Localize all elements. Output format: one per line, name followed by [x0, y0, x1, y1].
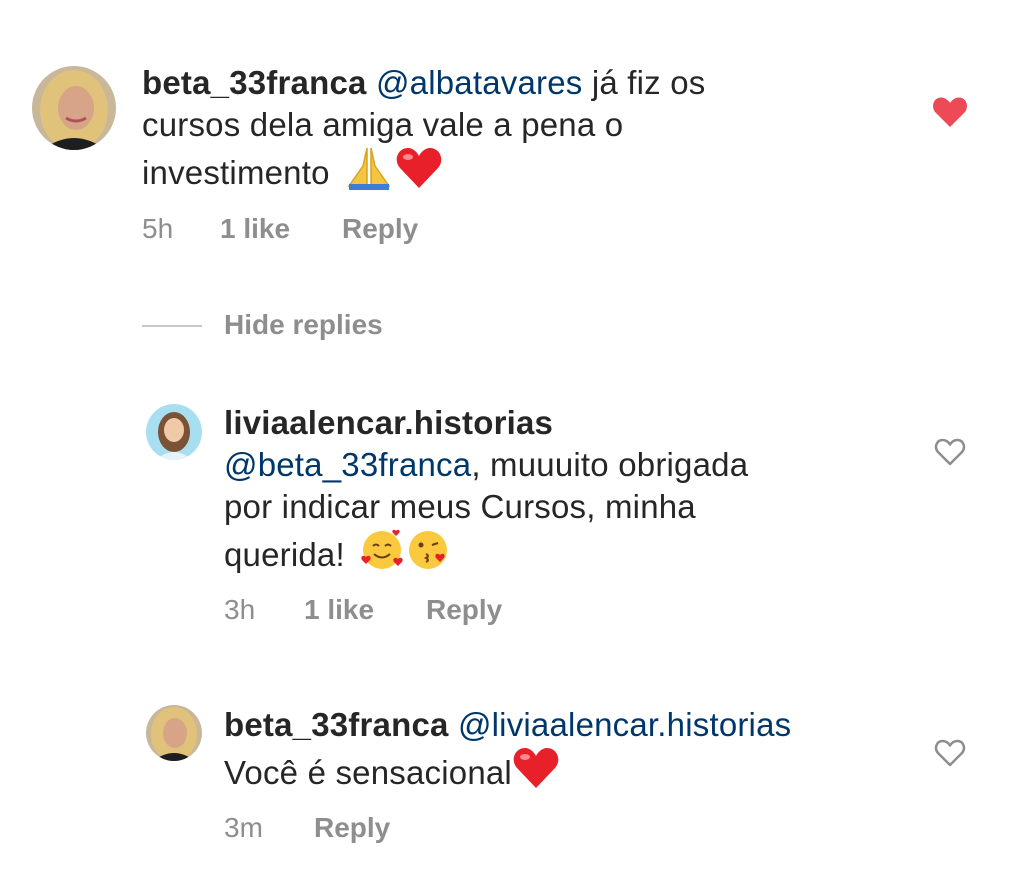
comment-username[interactable]: beta_33franca: [142, 64, 367, 101]
reply-button[interactable]: Reply: [314, 811, 390, 845]
avatar[interactable]: [146, 404, 202, 460]
comment-timestamp: 3h: [224, 594, 256, 625]
like-heart-icon[interactable]: [934, 738, 966, 773]
like-heart-icon[interactable]: [934, 437, 966, 472]
comment-text: querida!: [224, 536, 345, 573]
reply-button[interactable]: Reply: [342, 212, 418, 246]
hide-replies-button[interactable]: Hide replies: [142, 308, 542, 342]
comment-username[interactable]: beta_33franca: [224, 706, 449, 743]
comment-mention[interactable]: @albatavares: [376, 64, 583, 101]
comment-text: investimento: [142, 154, 330, 191]
likes-count[interactable]: 1 like: [304, 593, 374, 627]
comment-username[interactable]: liviaalencar.historias: [224, 404, 553, 441]
divider-line: [142, 325, 202, 327]
comment-timestamp: 3m: [224, 812, 263, 843]
comment-text: , muuuito obrigada: [471, 446, 749, 483]
liked-heart-icon[interactable]: [932, 96, 968, 133]
likes-count[interactable]: 1 like: [220, 212, 290, 246]
red-heart-icon: [512, 746, 560, 800]
comment-mention[interactable]: @beta_33franca: [224, 446, 471, 483]
comment-text: Você é sensacional: [224, 754, 512, 791]
comment-text: por indicar meus Cursos, minha: [224, 488, 696, 525]
reply-button[interactable]: Reply: [426, 593, 502, 627]
comment-text: cursos dela amiga vale a pena o: [142, 106, 624, 143]
comment-timestamp: 5h: [142, 213, 174, 244]
avatar[interactable]: [146, 705, 202, 761]
red-heart-icon: [395, 146, 443, 200]
folded-hands-icon: [345, 146, 393, 200]
comment-mention[interactable]: @liviaalencar.historias: [458, 706, 791, 743]
smiling-face-with-hearts-icon: [360, 528, 404, 582]
hide-replies-label[interactable]: Hide replies: [224, 308, 383, 342]
avatar[interactable]: [32, 66, 116, 150]
comment-text: já fiz os: [591, 64, 706, 101]
face-blowing-kiss-icon: [406, 528, 450, 582]
